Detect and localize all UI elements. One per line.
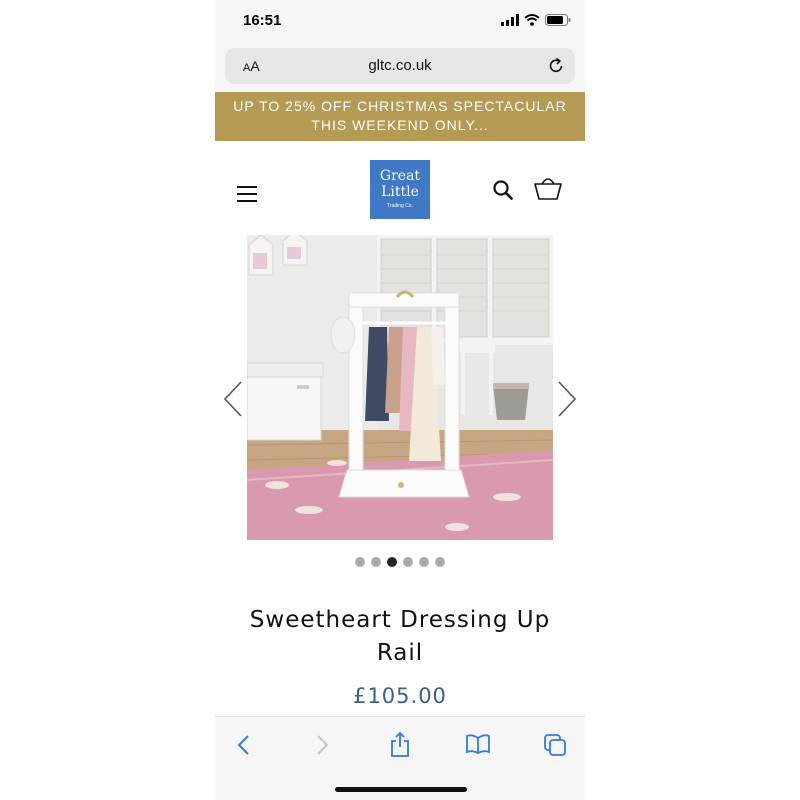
- logo-text-little: Little: [381, 184, 419, 200]
- back-icon[interactable]: [235, 733, 253, 757]
- product-image[interactable]: [247, 235, 553, 540]
- share-icon[interactable]: [389, 730, 411, 758]
- carousel-dot[interactable]: [419, 557, 429, 567]
- promo-banner[interactable]: UP TO 25% OFF CHRISTMAS SPECTACULAR THIS…: [215, 92, 585, 141]
- status-icons: [501, 14, 571, 26]
- carousel-dot[interactable]: [387, 557, 397, 567]
- signal-icon: [501, 14, 519, 26]
- reload-icon[interactable]: [547, 57, 565, 75]
- product-title: Sweetheart Dressing Up Rail: [249, 607, 551, 666]
- site-header: Great Little Trading Co.: [215, 141, 585, 235]
- logo-text-great: Great: [379, 168, 421, 184]
- address-bar[interactable]: AA gltc.co.uk: [225, 48, 575, 84]
- forward-icon[interactable]: [313, 733, 331, 757]
- carousel-dots: [215, 557, 585, 567]
- carousel-dot[interactable]: [403, 557, 413, 567]
- logo-text-trading: Trading Co.: [387, 203, 413, 209]
- bookmarks-icon[interactable]: [465, 733, 491, 755]
- wifi-icon: [524, 14, 540, 26]
- carousel-dot[interactable]: [355, 557, 365, 567]
- phone-screen: 16:51 AA gltc.co.uk UP TO 25% OFF CHRIST…: [215, 0, 585, 800]
- bag-icon[interactable]: [533, 173, 563, 203]
- product-photo: [247, 235, 553, 540]
- tabs-icon[interactable]: [543, 733, 567, 757]
- status-time: 16:51: [243, 12, 282, 29]
- battery-icon: [545, 14, 571, 26]
- carousel-dot[interactable]: [371, 557, 381, 567]
- chevron-left-icon[interactable]: [221, 380, 245, 418]
- site-logo[interactable]: Great Little Trading Co.: [370, 160, 430, 219]
- chevron-right-icon[interactable]: [555, 380, 579, 418]
- promo-line-1: UP TO 25% OFF CHRISTMAS SPECTACULAR: [233, 98, 567, 114]
- search-icon[interactable]: [492, 179, 514, 201]
- promo-line-2: THIS WEEKEND ONLY...: [311, 117, 489, 133]
- browser-address-area: AA gltc.co.uk: [215, 44, 585, 92]
- browser-toolbar: [215, 716, 585, 800]
- home-indicator: [335, 787, 467, 792]
- url-text[interactable]: gltc.co.uk: [225, 57, 575, 74]
- product-price: £105.00: [353, 684, 447, 708]
- status-bar: 16:51: [215, 0, 585, 44]
- menu-icon[interactable]: [237, 186, 257, 202]
- carousel-dot[interactable]: [435, 557, 445, 567]
